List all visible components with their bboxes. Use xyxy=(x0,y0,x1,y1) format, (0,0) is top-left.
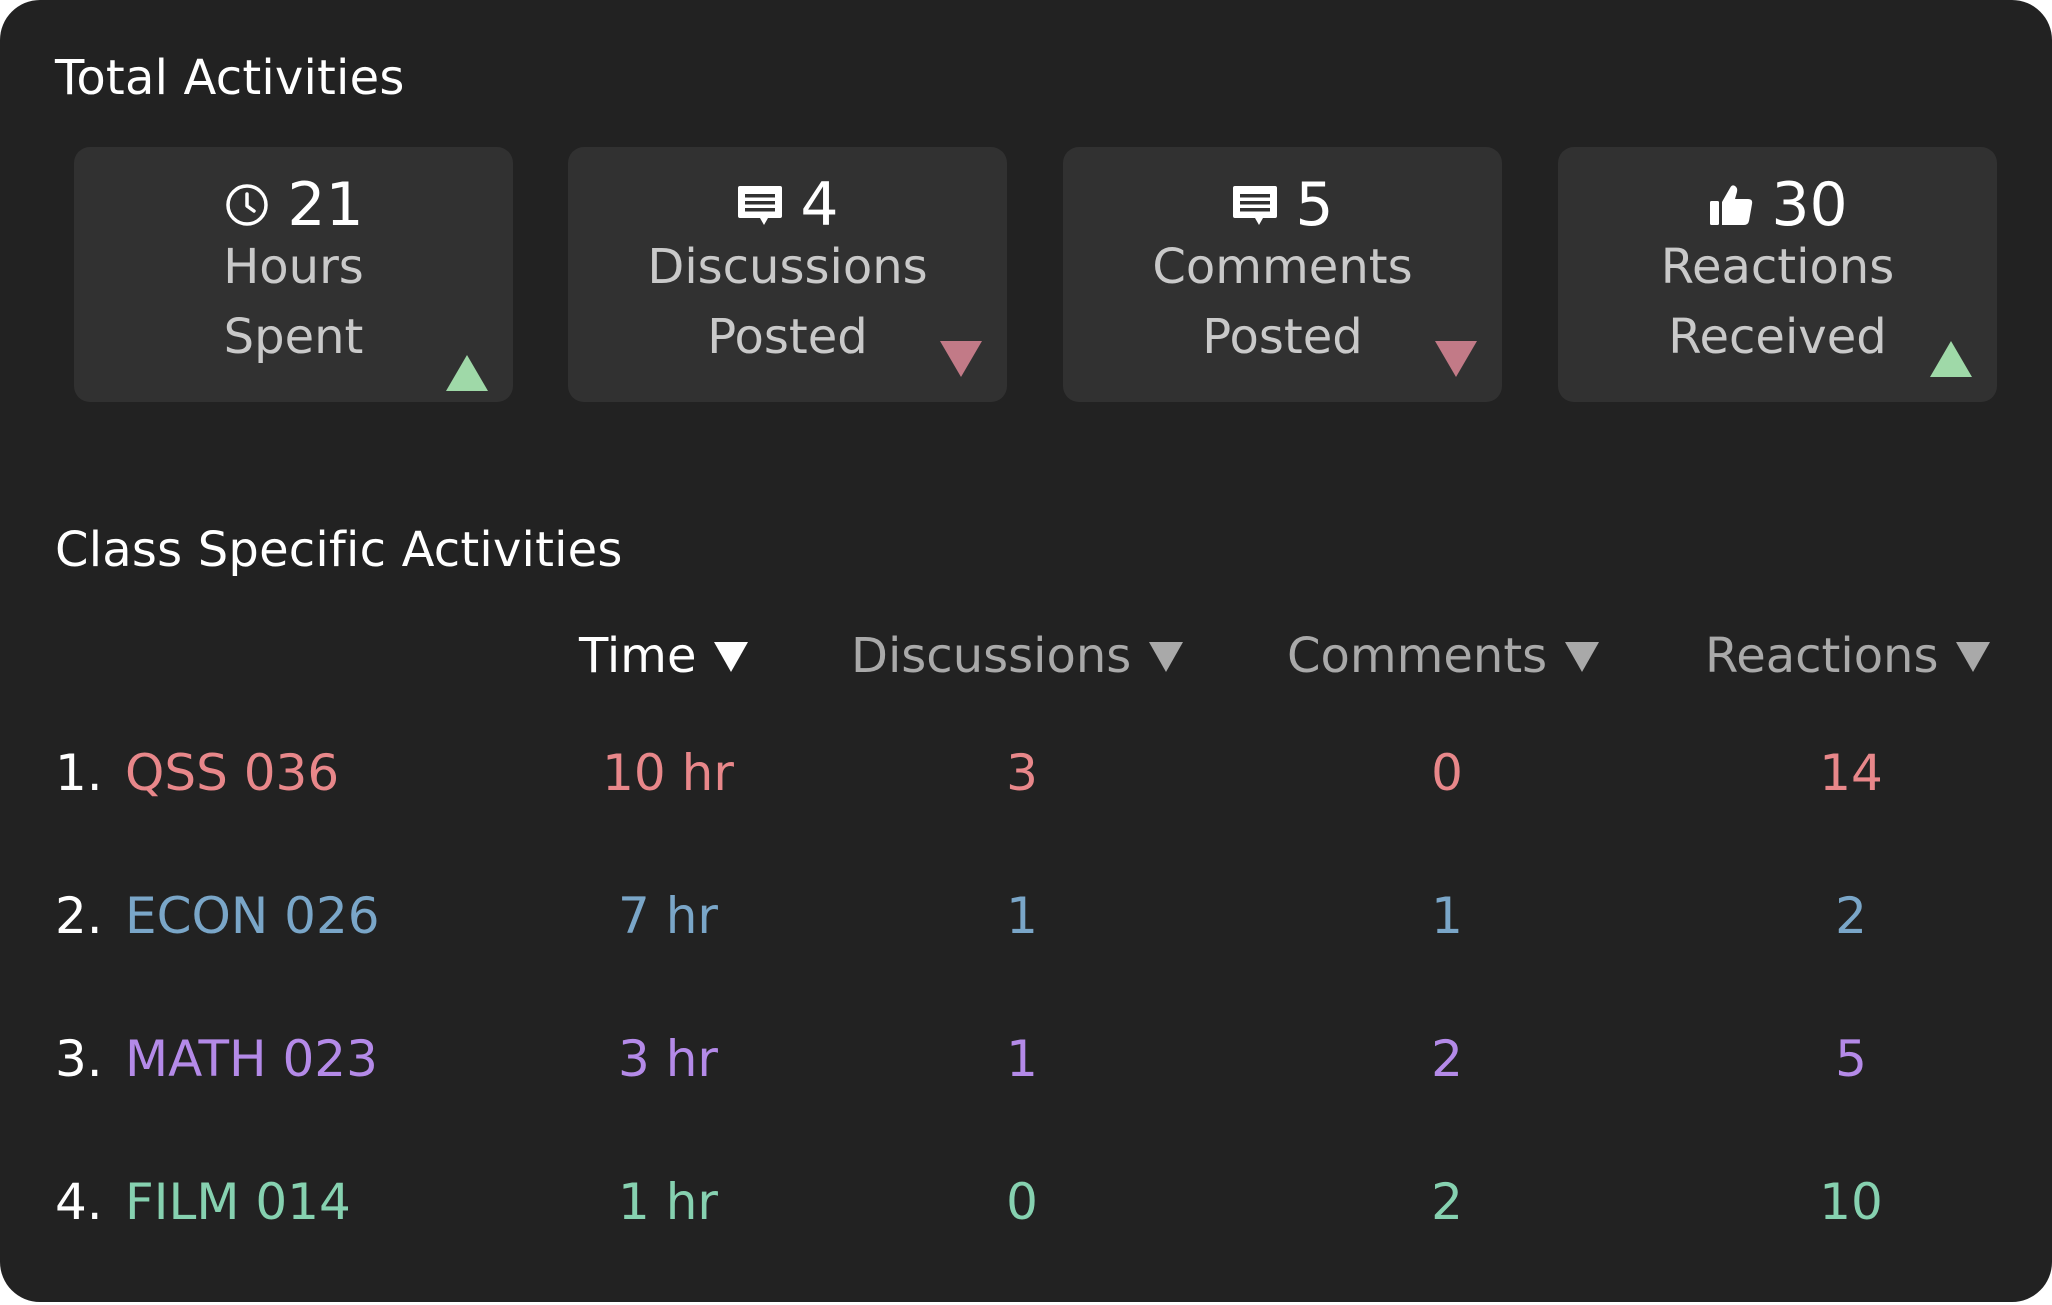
trend-down-icon xyxy=(1435,341,1477,377)
discussions-value: 3 xyxy=(1006,744,1038,802)
sort-down-icon xyxy=(1956,642,1991,672)
discussions-posted-value: 4 xyxy=(800,170,839,240)
reactions-value: 14 xyxy=(1819,744,1883,802)
reactions-received-value: 30 xyxy=(1771,170,1848,240)
course-name[interactable]: MATH 023 xyxy=(125,1019,378,1099)
stat-card-hours: 21 Hours Spent xyxy=(74,147,513,402)
reactions-value: 2 xyxy=(1835,887,1867,945)
comments-value: 1 xyxy=(1431,887,1463,945)
trend-up-icon xyxy=(1930,341,1972,377)
table-row: 3. MATH 023 3 hr 1 2 5 xyxy=(0,1019,2052,1099)
total-activities-title: Total Activities xyxy=(55,50,405,106)
time-value: 7 hr xyxy=(618,887,718,945)
discussions-value: 1 xyxy=(1006,887,1038,945)
comments-label-line1: Comments xyxy=(1152,239,1413,295)
row-rank: 3. xyxy=(55,1030,103,1088)
discussions-value: 0 xyxy=(1006,1173,1038,1231)
discussions-label-line1: Discussions xyxy=(647,239,928,295)
discussions-header-label: Discussions xyxy=(851,628,1132,684)
trend-down-icon xyxy=(940,341,982,377)
class-activities-title: Class Specific Activities xyxy=(55,522,623,578)
reactions-value: 10 xyxy=(1819,1173,1883,1231)
hours-label-line1: Hours xyxy=(223,239,364,295)
comments-posted-value: 5 xyxy=(1295,170,1334,240)
chat-bubble-icon xyxy=(1231,181,1279,229)
comments-value: 2 xyxy=(1431,1173,1463,1231)
table-row: 1. QSS 036 10 hr 3 0 14 xyxy=(0,733,2052,813)
time-value: 10 hr xyxy=(602,744,734,802)
reactions-header-label: Reactions xyxy=(1705,628,1939,684)
stat-card-comments: 5 Comments Posted xyxy=(1063,147,1502,402)
hours-label-line2: Spent xyxy=(223,309,364,365)
stat-card-discussions: 4 Discussions Posted xyxy=(568,147,1007,402)
row-rank: 2. xyxy=(55,887,103,945)
row-rank: 4. xyxy=(55,1173,103,1231)
hours-spent-value: 21 xyxy=(287,170,364,240)
sort-by-reactions-header[interactable]: Reactions xyxy=(1705,628,1991,684)
thumbs-up-icon xyxy=(1707,181,1755,229)
table-row: 4. FILM 014 1 hr 0 2 10 xyxy=(0,1162,2052,1242)
sort-down-icon xyxy=(1565,642,1600,672)
time-header-label: Time xyxy=(579,628,697,684)
course-name[interactable]: FILM 014 xyxy=(125,1162,351,1242)
course-name[interactable]: QSS 036 xyxy=(125,733,339,813)
row-rank: 1. xyxy=(55,744,103,802)
sort-down-icon xyxy=(714,642,749,672)
course-name[interactable]: ECON 026 xyxy=(125,876,380,956)
reactions-value: 5 xyxy=(1835,1030,1867,1088)
comments-header-label: Comments xyxy=(1287,628,1548,684)
table-row: 2. ECON 026 7 hr 1 1 2 xyxy=(0,876,2052,956)
chat-bubble-icon xyxy=(736,181,784,229)
trend-up-icon xyxy=(446,355,488,391)
sort-by-discussions-header[interactable]: Discussions xyxy=(851,628,1184,684)
comments-value: 0 xyxy=(1431,744,1463,802)
comments-value: 2 xyxy=(1431,1030,1463,1088)
stat-card-reactions: 30 Reactions Received xyxy=(1558,147,1997,402)
clock-icon xyxy=(223,181,271,229)
sort-by-time-header[interactable]: Time xyxy=(579,628,749,684)
sort-by-comments-header[interactable]: Comments xyxy=(1287,628,1600,684)
time-value: 1 hr xyxy=(618,1173,718,1231)
time-value: 3 hr xyxy=(618,1030,718,1088)
sort-down-icon xyxy=(1149,642,1184,672)
discussions-value: 1 xyxy=(1006,1030,1038,1088)
reactions-label-line1: Reactions xyxy=(1660,239,1895,295)
activity-panel: Total Activities 21 Hours Spent 4 Discus… xyxy=(0,0,2052,1302)
